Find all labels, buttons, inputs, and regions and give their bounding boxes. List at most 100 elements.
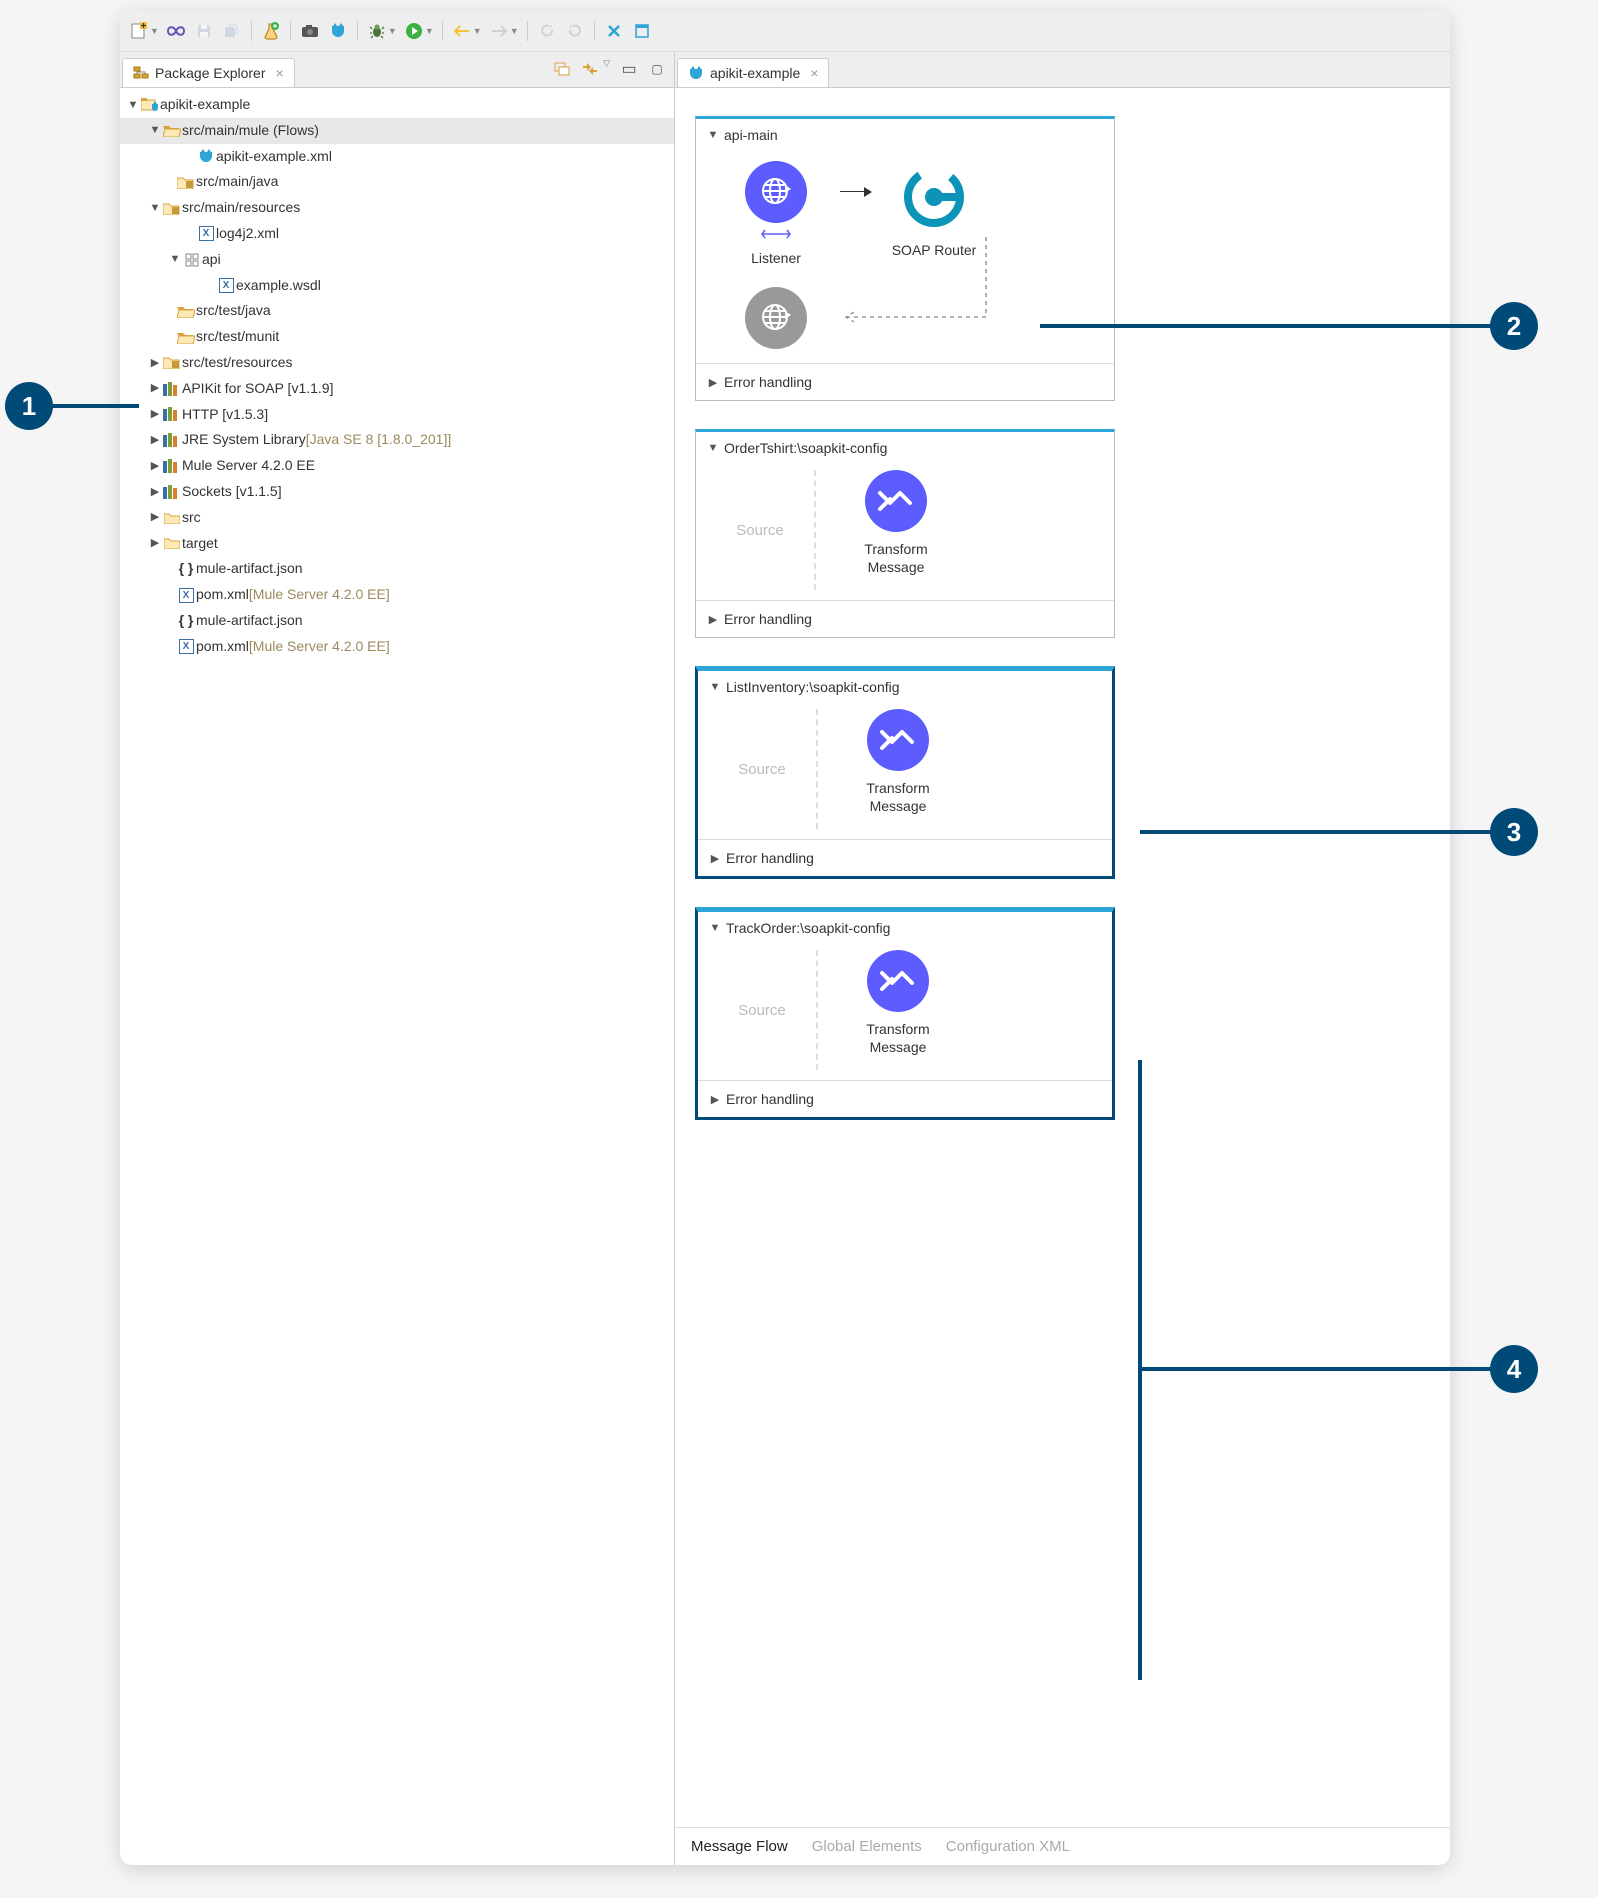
- sockets-lib: Sockets [v1.1.5]: [182, 480, 282, 504]
- tab-config-xml[interactable]: Configuration XML: [946, 1838, 1070, 1855]
- folder-icon: [162, 512, 182, 524]
- dropdown-icon[interactable]: ▼: [388, 26, 397, 36]
- target-folder: target: [182, 532, 218, 556]
- response-component[interactable]: [716, 287, 836, 349]
- library-icon: [162, 459, 182, 473]
- beaker-icon[interactable]: [258, 18, 284, 44]
- view-menu-icon[interactable]: ▽: [603, 58, 610, 80]
- project-name: apikit-example: [160, 93, 250, 117]
- source-placeholder[interactable]: Source: [708, 950, 818, 1070]
- pom-note: [Mule Server 4.2.0 EE]: [249, 635, 390, 659]
- error-handling-label[interactable]: Error handling: [724, 374, 812, 390]
- close-icon[interactable]: ×: [276, 65, 284, 81]
- package-explorer-tab[interactable]: Package Explorer ×: [122, 58, 295, 87]
- editor-tab[interactable]: apikit-example ×: [677, 58, 829, 87]
- camera-icon[interactable]: [297, 18, 323, 44]
- bug-icon[interactable]: [364, 18, 390, 44]
- redo-nav-icon[interactable]: [562, 18, 588, 44]
- tab-global-elements[interactable]: Global Elements: [812, 1838, 922, 1855]
- undo-nav-icon[interactable]: [534, 18, 560, 44]
- transform-component[interactable]: Transform Message: [836, 470, 956, 576]
- flow-title: OrderTshirt:\soapkit-config: [724, 440, 887, 456]
- apikit-lib: APIKit for SOAP [v1.1.9]: [182, 377, 333, 401]
- java-folder: src/main/java: [196, 170, 278, 194]
- transform-icon: [865, 470, 927, 532]
- flow-canvas[interactable]: ▼api-main Listener: [675, 88, 1450, 1827]
- flow-track-order[interactable]: ▼TrackOrder:\soapkit-config Source Trans…: [695, 907, 1115, 1120]
- mule-artifact-file: mule-artifact.json: [196, 557, 303, 581]
- callout-line: [49, 404, 139, 408]
- package-folder-icon: [162, 356, 182, 369]
- soap-router-component[interactable]: SOAP Router: [874, 161, 994, 259]
- run-icon[interactable]: [401, 18, 427, 44]
- json-file-icon: { }: [176, 609, 196, 633]
- flows-folder: src/main/mule (Flows): [182, 119, 319, 143]
- tab-message-flow[interactable]: Message Flow: [691, 1838, 788, 1855]
- infinity-icon[interactable]: [163, 18, 189, 44]
- package-explorer-pane: Package Explorer × ▽ ▭ ▢ ▼: [120, 52, 675, 1865]
- library-icon: [162, 382, 182, 396]
- link-editor-icon[interactable]: [579, 58, 601, 80]
- new-icon[interactable]: [126, 18, 152, 44]
- error-handling-label[interactable]: Error handling: [724, 611, 812, 627]
- json-file-icon: { }: [176, 557, 196, 581]
- callout-line: [1040, 324, 1492, 328]
- wsdl-file: example.wsdl: [236, 274, 321, 298]
- source-placeholder[interactable]: Source: [708, 709, 818, 829]
- callout-line: [1138, 1060, 1142, 1680]
- pom-file: pom.xml: [196, 583, 249, 607]
- delete-icon[interactable]: [601, 18, 627, 44]
- close-icon[interactable]: ×: [810, 65, 818, 81]
- library-icon: [162, 433, 182, 447]
- resources-folder: src/main/resources: [182, 196, 300, 220]
- save-icon[interactable]: [191, 18, 217, 44]
- flow-file: apikit-example.xml: [216, 145, 332, 169]
- package-icon: [182, 253, 202, 267]
- arrow-icon: [840, 191, 870, 192]
- editor-tab-row: apikit-example ×: [675, 52, 1450, 88]
- minimize-view-icon[interactable]: ▭: [618, 58, 640, 80]
- mule-icon[interactable]: [325, 18, 351, 44]
- mule-lib: Mule Server 4.2.0 EE: [182, 454, 315, 478]
- transform-component[interactable]: Transform Message: [838, 709, 958, 815]
- component-label: Transform Message: [838, 1020, 958, 1056]
- flow-api-main[interactable]: ▼api-main Listener: [695, 116, 1115, 401]
- xml-file-icon: X: [216, 278, 236, 293]
- collapse-all-icon[interactable]: [551, 58, 573, 80]
- transform-component[interactable]: Transform Message: [838, 950, 958, 1056]
- forward-icon[interactable]: [486, 18, 512, 44]
- http-lib: HTTP [v1.5.3]: [182, 403, 268, 427]
- explorer-tab-row: Package Explorer × ▽ ▭ ▢: [120, 52, 674, 88]
- flow-order-tshirt[interactable]: ▼OrderTshirt:\soapkit-config Source Tran…: [695, 429, 1115, 638]
- flow-title: ListInventory:\soapkit-config: [726, 679, 900, 695]
- ide-window: ▼ ▼ ▼ ▼: [120, 10, 1450, 1865]
- error-handling-label[interactable]: Error handling: [726, 1091, 814, 1107]
- mule-artifact-file: mule-artifact.json: [196, 609, 303, 633]
- mule-file-icon: [688, 65, 704, 81]
- test-java-folder: src/test/java: [196, 299, 271, 323]
- globe-icon: [745, 287, 807, 349]
- log4j-file: log4j2.xml: [216, 222, 279, 246]
- save-all-icon[interactable]: [219, 18, 245, 44]
- editor-bottom-tabs: Message Flow Global Elements Configurati…: [675, 1827, 1450, 1865]
- back-icon[interactable]: [449, 18, 475, 44]
- source-placeholder[interactable]: Source: [706, 470, 816, 590]
- project-tree[interactable]: ▼ apikit-example ▼ src/main/mule (Flows): [120, 88, 674, 1865]
- dropdown-icon[interactable]: ▼: [425, 26, 434, 36]
- xml-file-icon: X: [196, 226, 216, 241]
- folder-icon: [162, 124, 182, 137]
- minimize-icon[interactable]: [629, 18, 655, 44]
- dropdown-icon[interactable]: ▼: [473, 26, 482, 36]
- flow-list-inventory[interactable]: ▼ListInventory:\soapkit-config Source Tr…: [695, 666, 1115, 879]
- listener-component[interactable]: Listener: [716, 161, 836, 267]
- dropdown-icon[interactable]: ▼: [150, 26, 159, 36]
- explorer-icon: [133, 65, 149, 81]
- jre-version: [Java SE 8 [1.8.0_201]]: [306, 428, 452, 452]
- library-icon: [162, 485, 182, 499]
- maximize-view-icon[interactable]: ▢: [646, 58, 668, 80]
- callout-badge-3: 3: [1490, 808, 1538, 856]
- flow-title: api-main: [724, 127, 778, 143]
- error-handling-label[interactable]: Error handling: [726, 850, 814, 866]
- test-resources-folder: src/test/resources: [182, 351, 292, 375]
- mule-file-icon: [196, 148, 216, 164]
